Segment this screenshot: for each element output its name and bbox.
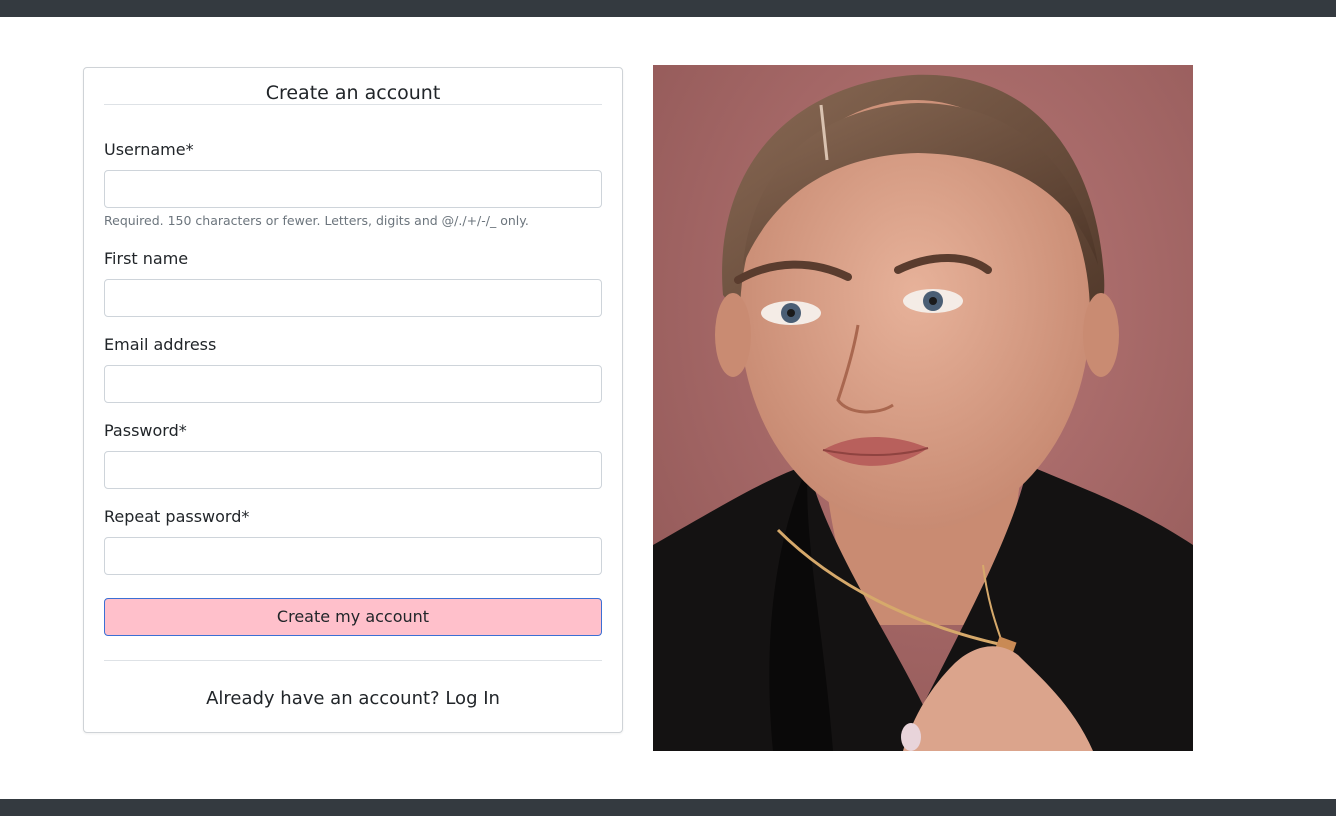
portrait-photo <box>653 65 1193 751</box>
create-account-button[interactable]: Create my account <box>104 598 602 636</box>
repeat-password-label: Repeat password* <box>104 507 250 526</box>
top-navbar <box>0 0 1336 17</box>
form-title: Create an account <box>265 82 441 104</box>
email-input[interactable] <box>104 365 602 403</box>
portrait-illustration <box>653 65 1193 751</box>
bottom-divider <box>104 660 602 661</box>
username-input[interactable] <box>104 170 602 208</box>
username-label: Username* <box>104 140 194 159</box>
password-label: Password* <box>104 421 187 440</box>
first-name-input[interactable] <box>104 279 602 317</box>
title-divider <box>104 104 602 105</box>
login-link[interactable]: Log In <box>445 688 500 709</box>
email-label: Email address <box>104 335 217 354</box>
password-input[interactable] <box>104 451 602 489</box>
repeat-password-input[interactable] <box>104 537 602 575</box>
first-name-label: First name <box>104 249 189 268</box>
username-help-text: Required. 150 characters or fewer. Lette… <box>104 213 529 228</box>
signup-card: Create an account Username* Required. 15… <box>83 67 623 733</box>
login-prompt-text: Already have an account? <box>206 688 440 709</box>
footer-bar <box>0 799 1336 816</box>
login-prompt-line: Already have an account? Log In <box>104 687 602 711</box>
